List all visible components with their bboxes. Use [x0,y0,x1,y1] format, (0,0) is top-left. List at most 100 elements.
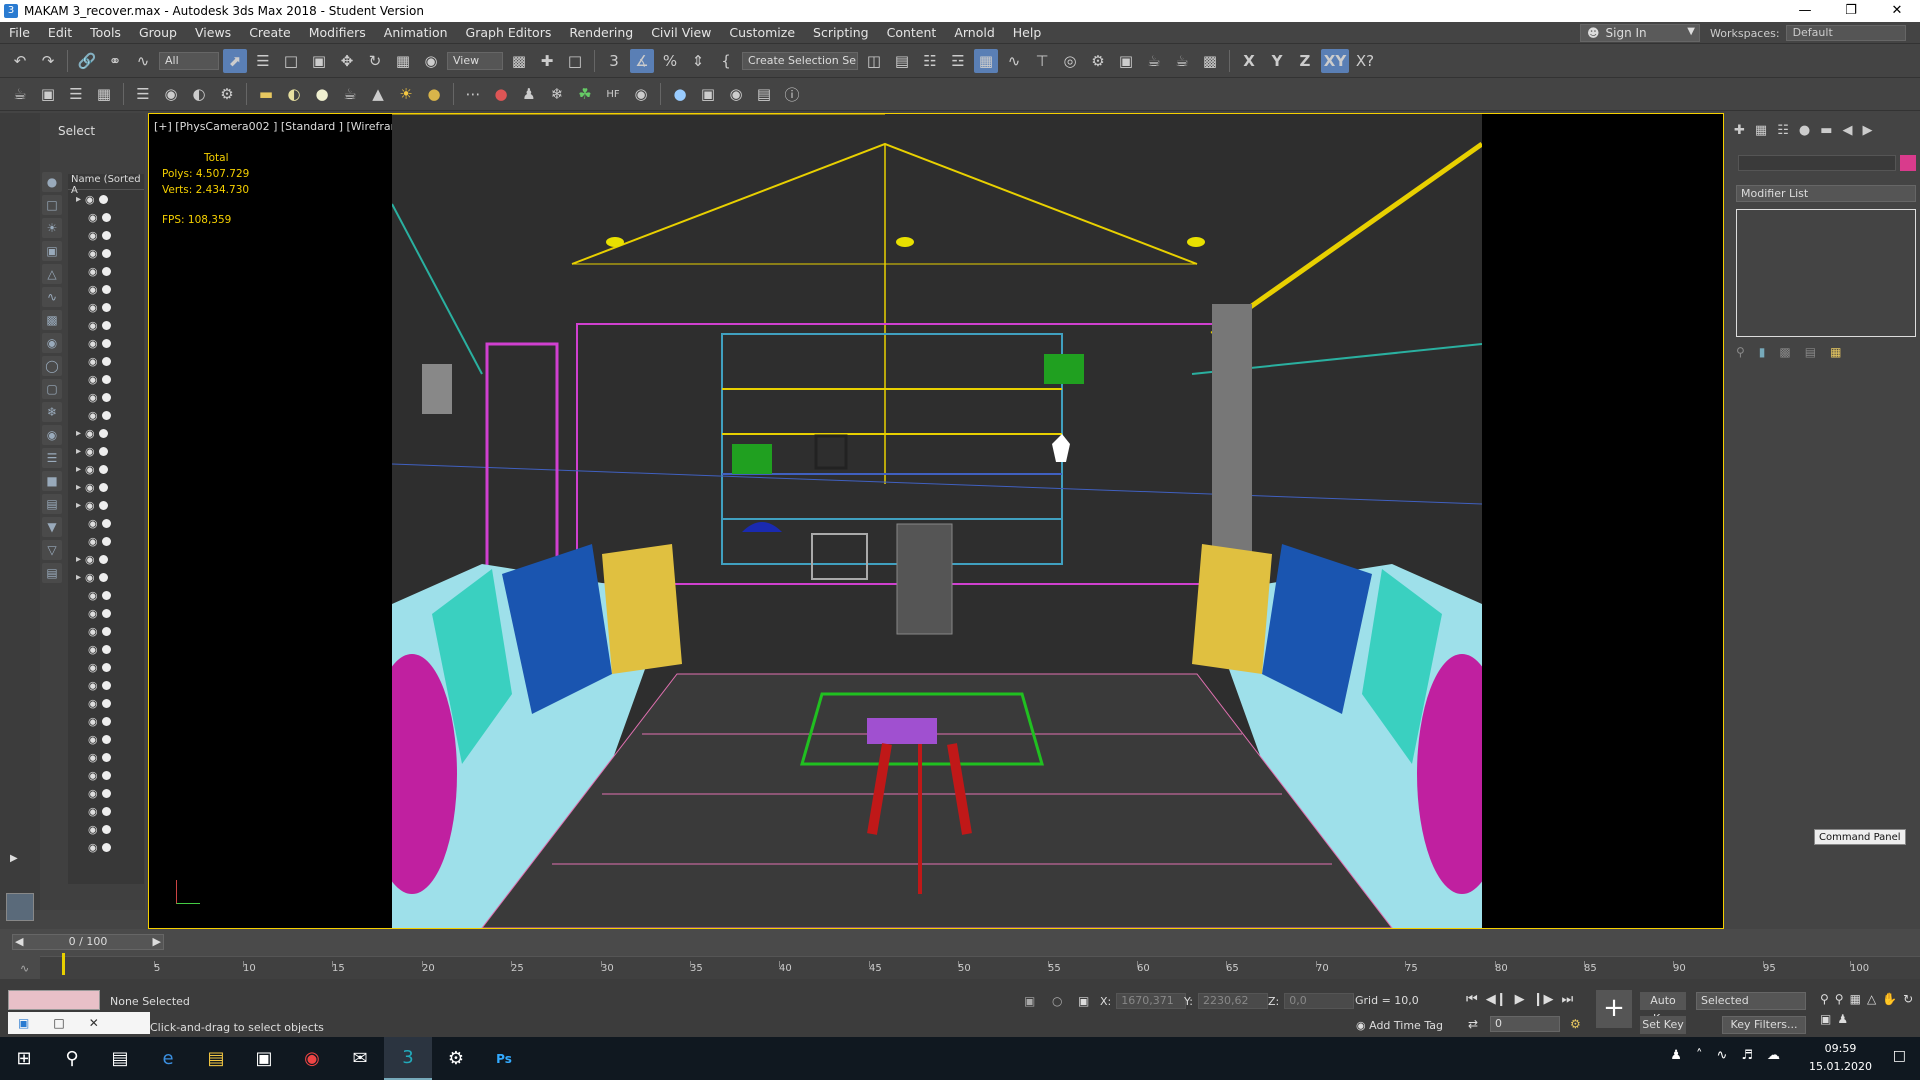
filter-lights-icon[interactable]: ☀ [42,218,62,238]
zoom-icon[interactable]: ⚲ [1820,992,1829,1006]
schematic-view-icon[interactable]: ⊤ [1030,49,1054,73]
edit-named-selection-icon[interactable]: { [714,49,738,73]
list-item[interactable]: ◉ [68,532,144,550]
3dsmax-taskbar-icon[interactable]: 3 [384,1037,432,1080]
time-slider-prev-icon[interactable]: ◀ [15,935,23,949]
wifi-icon[interactable]: ∿ [1716,1048,1727,1063]
hf-icon[interactable]: HF [601,82,625,106]
cone-icon[interactable]: ▲ [366,82,390,106]
list-item[interactable]: ◉ [68,694,144,712]
go-to-end-icon[interactable]: ⏭ [1561,992,1573,1007]
list-item[interactable]: ◉ [68,388,144,406]
list-item[interactable]: ▸ ◉ [68,190,144,208]
eye-icon[interactable]: ◉ [85,571,95,584]
track-bar[interactable]: 5 10 15 20 25 30 35 40 45 50 55 60 65 70… [40,953,1920,980]
eye-icon[interactable]: ◉ [88,517,98,530]
filter-none-icon[interactable]: ▤ [42,494,62,514]
eye-icon[interactable]: ◉ [88,715,98,728]
list-item[interactable]: ◉ [68,766,144,784]
eye-icon[interactable]: ◉ [88,841,98,854]
list-item[interactable]: ▸ ◉ [68,478,144,496]
menu-animation[interactable]: Animation [375,22,457,44]
snaps-toggle-icon[interactable]: 3 [602,49,626,73]
list-icon[interactable]: ☰ [64,82,88,106]
eye-icon[interactable]: ◉ [88,247,98,260]
list-item[interactable]: ◉ [68,352,144,370]
pivot-center-icon[interactable]: ▩ [507,49,531,73]
filter-hidden-icon[interactable]: ◉ [42,425,62,445]
list-item[interactable]: ▸ ◉ [68,550,144,568]
time-config-icon[interactable]: ⇄ [1468,1017,1478,1031]
menu-help[interactable]: Help [1004,22,1051,44]
render-in-cloud-icon[interactable]: ▩ [1198,49,1222,73]
steam-icon[interactable]: ⚙ [432,1037,480,1080]
spinner-snap-icon[interactable]: ⇕ [686,49,710,73]
eye-icon[interactable]: ◉ [88,805,98,818]
lock-icon[interactable]: ○ [1052,994,1062,1008]
eye-icon[interactable]: ◉ [88,409,98,422]
eye-icon[interactable]: ◉ [85,553,95,566]
maxscript-listener[interactable] [8,990,100,1010]
scale-icon[interactable]: ▦ [391,49,415,73]
arnold-light-icon[interactable]: ◉ [724,82,748,106]
modifier-stack[interactable] [1736,209,1916,337]
render-frame-icon[interactable]: ▣ [36,82,60,106]
bind-spacewarp-icon[interactable]: ∿ [131,49,155,73]
go-to-start-icon[interactable]: ⏮ [1466,992,1478,1007]
list-item[interactable]: ◉ [68,838,144,856]
eye-icon[interactable]: ◉ [88,733,98,746]
axis-xy-button[interactable]: XY [1321,49,1349,73]
windows-start-icon[interactable]: ⊞ [0,1037,48,1080]
expand-arrow-icon[interactable]: ▸ [76,572,81,583]
camera-icon[interactable]: ◉ [159,82,183,106]
scene-explorer-toggle-icon[interactable]: ☷ [918,49,942,73]
time-marker[interactable] [62,953,65,975]
list-item[interactable]: ◉ [68,586,144,604]
chevron-up-icon[interactable]: ˄ [1696,1048,1703,1063]
menu-rendering[interactable]: Rendering [560,22,642,44]
eye-icon[interactable]: ◉ [88,697,98,710]
mini-curve-editor-icon[interactable]: ∿ [20,962,29,975]
eye-icon[interactable]: ◉ [88,679,98,692]
isolate-icon[interactable]: ▣ [1024,994,1035,1008]
hierarchy-tab-icon[interactable]: ☷ [1777,123,1789,138]
restore-icon[interactable]: ❐ [1828,0,1874,22]
list-item[interactable]: ◉ [68,226,144,244]
list-item[interactable]: ▸ ◉ [68,424,144,442]
scene-list-column-header[interactable]: Name (Sorted A [68,174,144,196]
curve-editor-icon[interactable]: ∿ [1002,49,1026,73]
filter-containers-icon[interactable]: ▢ [42,379,62,399]
render-iterative-icon[interactable]: ☕ [1170,49,1194,73]
list-item[interactable]: ◉ [68,676,144,694]
mirror-icon[interactable]: ◫ [862,49,886,73]
eye-icon[interactable]: ◉ [85,445,95,458]
object-color-swatch[interactable] [1900,155,1916,171]
walk-through-icon[interactable]: ♟ [1837,1012,1848,1026]
menu-group[interactable]: Group [130,22,186,44]
eye-icon[interactable]: ◉ [88,589,98,602]
eye-icon[interactable]: ◉ [88,265,98,278]
menu-customize[interactable]: Customize [720,22,804,44]
remove-modifier-icon[interactable]: ▤ [1805,345,1816,359]
rendered-frame-window-icon[interactable]: ▣ [1114,49,1138,73]
layer-explorer-icon[interactable]: ☲ [946,49,970,73]
create-selection-set-dropdown[interactable]: Create Selection Se [742,52,858,70]
eye-icon[interactable]: ◉ [88,535,98,548]
list-item[interactable]: ◉ [68,820,144,838]
funnel-icon[interactable]: ▼ [42,517,62,537]
window-crossing-icon[interactable]: ▣ [307,49,331,73]
ribbon-toggle-icon[interactable]: ▦ [974,49,998,73]
set-key-mode-button[interactable]: Set Key [1640,1016,1686,1034]
list-item[interactable]: ◉ [68,298,144,316]
zoom-all-icon[interactable]: ⚲ [1835,992,1844,1006]
next-frame-icon[interactable]: ❙▶ [1533,992,1554,1007]
minimize-icon[interactable]: — [1782,0,1828,22]
menu-civil-view[interactable]: Civil View [642,22,720,44]
list-item[interactable]: ◉ [68,334,144,352]
expand-arrow-icon[interactable]: ▸ [76,446,81,457]
eye-icon[interactable]: ◉ [88,211,98,224]
filter-groups-icon[interactable]: ▩ [42,310,62,330]
modifier-list-dropdown[interactable]: Modifier List [1736,185,1916,202]
filter-helpers-icon[interactable]: △ [42,264,62,284]
store-icon[interactable]: ▣ [240,1037,288,1080]
